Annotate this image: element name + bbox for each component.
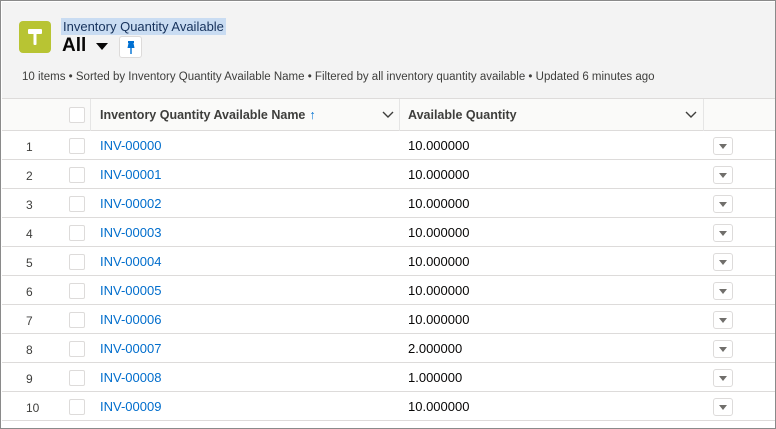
- row-action-button[interactable]: [713, 398, 733, 416]
- list-view-frame: Inventory Quantity Available All 10 item…: [0, 0, 776, 429]
- row-checkbox[interactable]: [69, 196, 85, 212]
- column-divider: [703, 99, 704, 131]
- list-view-name: All: [62, 35, 87, 56]
- row-checkbox[interactable]: [69, 167, 85, 183]
- row-number: 3: [26, 198, 33, 212]
- row-action-button[interactable]: [713, 340, 733, 358]
- table-row: 10 INV-00009 10.000000: [2, 392, 775, 421]
- record-link[interactable]: INV-00001: [100, 167, 161, 182]
- caret-down-icon: [719, 347, 727, 352]
- row-action-button[interactable]: [713, 137, 733, 155]
- caret-down-icon[interactable]: [96, 42, 109, 50]
- available-quantity: 10.000000: [408, 225, 470, 240]
- row-action-button[interactable]: [713, 195, 733, 213]
- select-all-checkbox[interactable]: [69, 107, 85, 123]
- row-number: 8: [26, 343, 33, 357]
- chevron-down-icon[interactable]: [382, 110, 394, 120]
- available-quantity: 2.000000: [408, 341, 463, 356]
- available-quantity: 10.000000: [408, 399, 470, 414]
- row-number: 6: [26, 285, 33, 299]
- available-quantity: 10.000000: [408, 254, 470, 269]
- row-action-button[interactable]: [713, 253, 733, 271]
- available-quantity: 1.000000: [408, 370, 463, 385]
- column-header-name[interactable]: Inventory Quantity Available Name ↑: [100, 108, 316, 122]
- available-quantity: 10.000000: [408, 312, 470, 327]
- record-link[interactable]: INV-00009: [100, 399, 161, 414]
- record-link[interactable]: INV-00003: [100, 225, 161, 240]
- row-action-button[interactable]: [713, 311, 733, 329]
- row-action-button[interactable]: [713, 369, 733, 387]
- row-checkbox[interactable]: [69, 138, 85, 154]
- caret-down-icon: [719, 173, 727, 178]
- table-row: 5 INV-00004 10.000000: [2, 247, 775, 276]
- row-number: 5: [26, 256, 33, 270]
- available-quantity: 10.000000: [408, 138, 470, 153]
- table-row: 3 INV-00002 10.000000: [2, 189, 775, 218]
- list-header: Inventory Quantity Available All 10 item…: [2, 2, 775, 99]
- record-link[interactable]: INV-00002: [100, 196, 161, 211]
- row-number: 1: [26, 140, 33, 154]
- row-action-button[interactable]: [713, 166, 733, 184]
- table-body: 1 INV-00000 10.000000 2 INV-00001 10.000…: [2, 131, 775, 421]
- caret-down-icon: [719, 376, 727, 381]
- caret-down-icon: [719, 405, 727, 410]
- row-action-button[interactable]: [713, 282, 733, 300]
- row-checkbox[interactable]: [69, 370, 85, 386]
- available-quantity: 10.000000: [408, 196, 470, 211]
- chevron-down-icon[interactable]: [685, 110, 697, 120]
- table-row: 7 INV-00006 10.000000: [2, 305, 775, 334]
- row-number: 4: [26, 227, 33, 241]
- pin-button[interactable]: [119, 36, 142, 58]
- table-row: 9 INV-00008 1.000000: [2, 363, 775, 392]
- row-checkbox[interactable]: [69, 312, 85, 328]
- column-divider: [399, 99, 400, 131]
- record-link[interactable]: INV-00005: [100, 283, 161, 298]
- table-header: Inventory Quantity Available Name ↑ Avail…: [2, 99, 775, 131]
- pin-icon: [127, 41, 135, 54]
- row-checkbox[interactable]: [69, 283, 85, 299]
- record-link[interactable]: INV-00007: [100, 341, 161, 356]
- table-row: 8 INV-00007 2.000000: [2, 334, 775, 363]
- row-action-button[interactable]: [713, 224, 733, 242]
- list-view-switcher[interactable]: All: [62, 35, 109, 57]
- available-quantity: 10.000000: [408, 167, 470, 182]
- column-header-quantity[interactable]: Available Quantity: [408, 108, 517, 122]
- row-checkbox[interactable]: [69, 254, 85, 270]
- list-summary: 10 items • Sorted by Inventory Quantity …: [22, 71, 655, 83]
- row-checkbox[interactable]: [69, 225, 85, 241]
- row-checkbox[interactable]: [69, 399, 85, 415]
- caret-down-icon: [719, 260, 727, 265]
- hammer-icon: [19, 21, 51, 53]
- table-row: 6 INV-00005 10.000000: [2, 276, 775, 305]
- caret-down-icon: [719, 144, 727, 149]
- row-checkbox[interactable]: [69, 341, 85, 357]
- table-row: 4 INV-00003 10.000000: [2, 218, 775, 247]
- available-quantity: 10.000000: [408, 283, 470, 298]
- row-number: 9: [26, 372, 33, 386]
- record-link[interactable]: INV-00000: [100, 138, 161, 153]
- column-divider: [90, 99, 91, 131]
- record-link[interactable]: INV-00006: [100, 312, 161, 327]
- caret-down-icon: [719, 202, 727, 207]
- object-label: Inventory Quantity Available: [61, 18, 226, 35]
- caret-down-icon: [719, 318, 727, 323]
- record-link[interactable]: INV-00008: [100, 370, 161, 385]
- table-row: 2 INV-00001 10.000000: [2, 160, 775, 189]
- table-row: 1 INV-00000 10.000000: [2, 131, 775, 160]
- row-number: 7: [26, 314, 33, 328]
- row-number: 10: [26, 401, 40, 415]
- row-number: 2: [26, 169, 33, 183]
- record-link[interactable]: INV-00004: [100, 254, 161, 269]
- sort-ascending-icon: ↑: [309, 108, 316, 122]
- caret-down-icon: [719, 289, 727, 294]
- caret-down-icon: [719, 231, 727, 236]
